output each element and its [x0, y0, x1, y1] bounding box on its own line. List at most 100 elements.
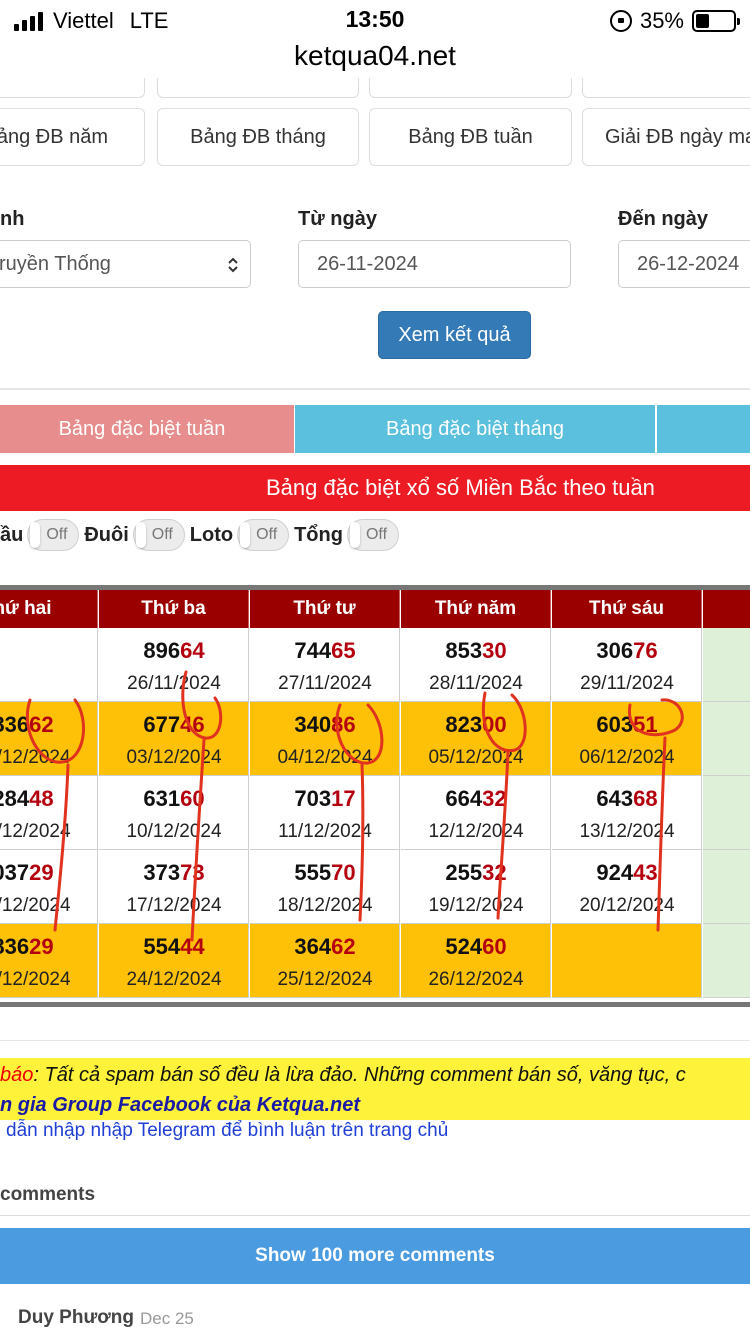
- special-prize-number: 25532: [401, 860, 551, 886]
- number-head: 554: [143, 934, 181, 959]
- number-tail: 70: [331, 860, 356, 885]
- special-prize-number: 37373: [99, 860, 249, 886]
- draw-date: 16/12/2024: [0, 895, 71, 916]
- address-bar-url[interactable]: ketqua04.net: [0, 40, 750, 72]
- result-cell: 82300 05/12/2024: [401, 702, 551, 776]
- nav-ghost-button[interactable]: [369, 78, 572, 98]
- to-date-input[interactable]: 26-12-2024: [618, 240, 750, 288]
- number-tail: 64: [180, 638, 205, 663]
- nav-button-month[interactable]: Bảng ĐB tháng: [157, 108, 359, 166]
- toggle-state: Off: [151, 526, 173, 543]
- result-cell: 25532 19/12/2024: [401, 850, 551, 924]
- from-date-input[interactable]: 26-11-2024: [298, 240, 571, 288]
- draw-date: 09/12/2024: [0, 821, 71, 842]
- draw-date: 30/: [703, 673, 750, 695]
- result-cell: 74465 27/11/2024: [250, 628, 400, 702]
- nav-button-year[interactable]: ảng ĐB năm: [0, 108, 145, 166]
- toggle-loto-switch[interactable]: Off: [237, 519, 290, 551]
- special-prize-number: 55444: [99, 934, 249, 960]
- number-head: 255: [445, 860, 483, 885]
- special-prize-number: 28448: [0, 786, 98, 812]
- toggle-head-switch[interactable]: Off: [27, 519, 80, 551]
- toggle-label-tail: Đuôi: [84, 523, 129, 546]
- result-cell: 34086 04/12/2024: [250, 702, 400, 776]
- result-cell: 89664 26/11/2024: [99, 628, 249, 702]
- number-head: 364: [294, 934, 332, 959]
- special-prize-number: 74465: [250, 638, 400, 664]
- status-right: 35%: [609, 8, 740, 34]
- draw-date: 19/12/2024: [428, 895, 524, 916]
- draw-date: 28/11/2024: [429, 673, 523, 694]
- draw-date: 11/12/2024: [278, 821, 372, 842]
- tab-monthly-special[interactable]: Bảng đặc biệt tháng: [295, 405, 655, 453]
- nav-button-week[interactable]: Bảng ĐB tuần: [369, 108, 572, 166]
- select-arrows-icon: [228, 257, 238, 273]
- nav-button-day[interactable]: Giải ĐB ngày ma: [582, 108, 750, 166]
- special-prize-number: 4: [703, 712, 750, 738]
- column-header: hứ hai: [0, 590, 98, 628]
- result-cell: 92443 20/12/2024: [552, 850, 702, 924]
- province-select[interactable]: ruyền Thống: [0, 240, 251, 288]
- special-prize-number: 92443: [552, 860, 702, 886]
- special-prize-number: 36462: [250, 934, 400, 960]
- special-prize-number: 82300: [401, 712, 551, 738]
- tab-weekly-special[interactable]: Bảng đặc biệt tuần: [0, 405, 294, 453]
- number-tail: 00: [482, 712, 507, 737]
- special-prize-number: 55570: [250, 860, 400, 886]
- nav-ghost-button[interactable]: [582, 78, 750, 98]
- number-head: 836: [0, 934, 30, 959]
- draw-date: 17/12/2024: [126, 895, 222, 916]
- draw-date: 03/12/2024: [126, 747, 222, 768]
- special-prize-number: 67746: [99, 712, 249, 738]
- notice-warning: báo: [0, 1064, 34, 1086]
- number-head: 037: [0, 860, 30, 885]
- toggle-row: ầu Off Đuôi Off Loto Off Tổng Off: [0, 518, 404, 552]
- draw-date: 24/12/2024: [126, 969, 222, 990]
- result-cell: 28448 09/12/2024: [0, 776, 98, 850]
- number-tail: 73: [180, 860, 205, 885]
- column-header: Thứ năm: [401, 590, 551, 628]
- number-tail: 60: [482, 934, 507, 959]
- number-tail: 29: [29, 934, 54, 959]
- number-head: 603: [596, 712, 634, 737]
- nav-ghost-button[interactable]: [157, 78, 359, 98]
- draw-date: 10/12/2024: [126, 821, 222, 842]
- number-tail: 51: [633, 712, 658, 737]
- result-cell: 714/: [703, 776, 750, 850]
- toggle-sum-switch[interactable]: Off: [346, 519, 399, 551]
- result-cell: 64368 13/12/2024: [552, 776, 702, 850]
- draw-date: 02/12/2024: [0, 747, 71, 768]
- draw-date: 12/12/2024: [428, 821, 524, 842]
- special-prize-number: 03729: [0, 860, 98, 886]
- result-cell: 03729 16/12/2024: [0, 850, 98, 924]
- special-prize-number: 64368: [552, 786, 702, 812]
- tab-more[interactable]: [657, 405, 750, 453]
- result-cell: [552, 924, 702, 998]
- number-head: 524: [445, 934, 483, 959]
- view-results-button[interactable]: Xem kết quả: [378, 311, 531, 359]
- special-prize-number: 83629: [0, 934, 98, 960]
- toggle-tail-switch[interactable]: Off: [132, 519, 185, 551]
- number-head: 677: [143, 712, 181, 737]
- telegram-guide-link[interactable]: dẫn nhập nhập Telegram để bình luận trên…: [6, 1120, 448, 1142]
- show-more-comments-button[interactable]: Show 100 more comments: [0, 1228, 750, 1284]
- number-head: 924: [596, 860, 634, 885]
- result-cell: [0, 628, 98, 702]
- province-label: nh: [0, 208, 25, 230]
- number-head: 664: [445, 786, 483, 811]
- number-tail: 29: [29, 860, 54, 885]
- draw-date: 04/12/2024: [277, 747, 373, 768]
- result-cell: 930/: [703, 628, 750, 702]
- draw-date: 23/12/2024: [0, 969, 71, 990]
- result-cell: 83629 23/12/2024: [0, 924, 98, 998]
- number-head: 823: [445, 712, 483, 737]
- number-head: 306: [596, 638, 634, 663]
- nav-ghost-button[interactable]: [0, 78, 145, 98]
- comment-author[interactable]: Duy Phương: [18, 1307, 134, 1329]
- number-head: 284: [0, 786, 30, 811]
- status-bar: Viettel LTE 13:50 35%: [0, 0, 750, 40]
- number-head: 643: [596, 786, 634, 811]
- facebook-group-link[interactable]: n gia Group Facebook của Ketqua.net: [0, 1094, 360, 1117]
- draw-date: 25/12/2024: [277, 969, 373, 990]
- draw-date: 29/11/2024: [580, 673, 674, 694]
